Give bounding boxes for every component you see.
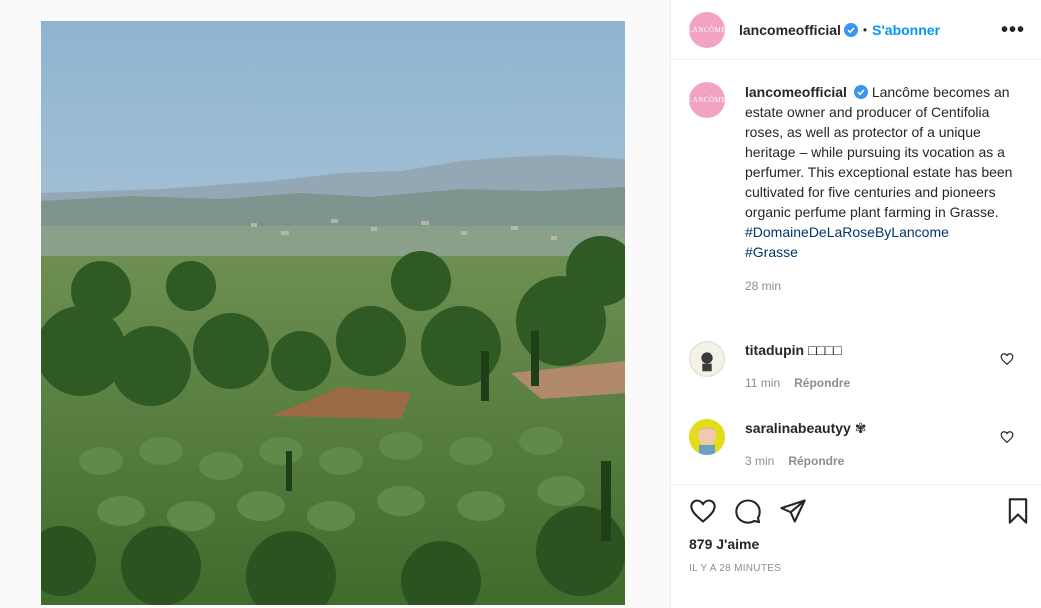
avatar-photo-icon: [689, 419, 725, 455]
avatar-illustration-icon: [690, 342, 724, 376]
comment-bubble-icon[interactable]: [734, 497, 762, 525]
comment-body: saralinabeautyy ✾ 3 min Répondre: [745, 419, 1034, 470]
post-caption: LANCÔME lancomeofficial Lancôme becomes …: [689, 82, 1029, 296]
caption-text-block: lancomeofficial Lancôme becomes an estat…: [745, 82, 1020, 296]
follow-button[interactable]: S'abonner: [872, 22, 940, 38]
commenter-avatar[interactable]: [689, 341, 725, 377]
caption-body: Lancôme becomes an estate owner and prod…: [745, 84, 1013, 220]
verified-badge-icon: [853, 85, 868, 99]
likes-count[interactable]: 879 J'aime: [689, 536, 759, 552]
comment-item: titadupin □□□□ 11 min Répondre: [689, 341, 1034, 392]
like-comment-heart-icon[interactable]: [1000, 430, 1014, 444]
comment-meta: 3 min Répondre: [745, 452, 1034, 470]
comment-body: titadupin □□□□ 11 min Répondre: [745, 341, 1034, 392]
reply-button[interactable]: Répondre: [794, 376, 850, 390]
caption-username[interactable]: lancomeofficial: [745, 84, 847, 100]
author-avatar[interactable]: LANCÔME: [689, 11, 725, 48]
like-comment-heart-icon[interactable]: [1000, 352, 1014, 366]
author-username[interactable]: lancomeofficial: [739, 22, 841, 38]
bookmark-save-icon[interactable]: [1004, 497, 1032, 525]
post-timestamp: IL Y A 28 MINUTES: [689, 563, 782, 574]
avatar-brand-text: LANCÔME: [689, 96, 725, 104]
post-actions-bar: 879 J'aime IL Y A 28 MINUTES: [671, 484, 1041, 608]
more-options-icon[interactable]: •••: [1001, 20, 1025, 40]
hashtag-link[interactable]: #DomaineDeLaRoseByLancome: [745, 222, 1020, 242]
commenter-avatar[interactable]: [689, 419, 725, 455]
hashtag-link[interactable]: #Grasse: [745, 242, 1020, 262]
separator-dot: •: [862, 22, 868, 37]
comment-item: saralinabeautyy ✾ 3 min Répondre: [689, 419, 1034, 470]
post-side-panel: LANCÔME lancomeofficial • S'abonner ••• …: [670, 0, 1041, 608]
share-send-icon[interactable]: [779, 497, 807, 525]
comment-time: 3 min: [745, 454, 775, 468]
verified-badge-icon: [843, 22, 858, 37]
comment-text: □□□□: [808, 342, 842, 358]
avatar-brand-text: LANCÔME: [689, 25, 725, 34]
post-header: LANCÔME lancomeofficial • S'abonner •••: [671, 0, 1041, 60]
caption-avatar[interactable]: LANCÔME: [689, 82, 725, 118]
like-heart-icon[interactable]: [689, 497, 717, 525]
comment-username[interactable]: saralinabeautyy: [745, 420, 851, 436]
reply-button[interactable]: Répondre: [788, 454, 844, 468]
comment-meta: 11 min Répondre: [745, 374, 1034, 392]
comment-text: ✾: [854, 420, 867, 436]
post-photo[interactable]: [41, 21, 625, 605]
comment-time: 11 min: [745, 376, 781, 390]
caption-time: 28 min: [745, 279, 782, 293]
comment-username[interactable]: titadupin: [745, 342, 804, 358]
landscape-image: [41, 21, 625, 605]
